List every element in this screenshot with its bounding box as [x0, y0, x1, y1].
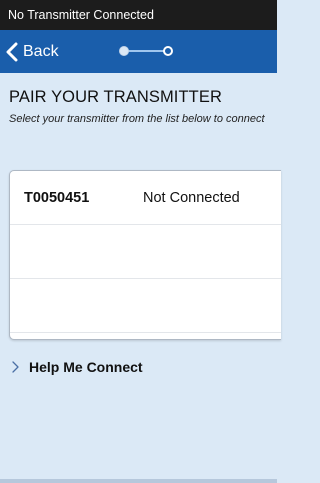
step-1-dot [119, 46, 129, 56]
transmitter-row[interactable]: T0050451 Not Connected [10, 171, 281, 225]
step-2-dot [163, 46, 173, 56]
transmitter-status: Not Connected [143, 190, 240, 206]
step-progress-line [124, 50, 168, 52]
back-label: Back [23, 42, 59, 60]
transmitter-id: T0050451 [24, 190, 90, 206]
back-button[interactable]: Back [5, 30, 59, 73]
transmitter-row-empty [10, 225, 281, 279]
status-bar-text: No Transmitter Connected [8, 8, 154, 22]
transmitter-list: T0050451 Not Connected [9, 170, 281, 340]
help-me-connect-link[interactable]: Help Me Connect [11, 357, 143, 377]
status-bar: No Transmitter Connected [0, 0, 277, 30]
transmitter-row-empty [10, 279, 281, 333]
chevron-left-icon [6, 42, 18, 61]
page-title: PAIR YOUR TRANSMITTER [9, 88, 222, 106]
bottom-edge [0, 479, 277, 483]
help-me-connect-label: Help Me Connect [29, 359, 143, 375]
page-subtitle: Select your transmitter from the list be… [9, 113, 265, 125]
step-progress-indicator [118, 45, 174, 57]
chevron-right-icon [12, 361, 19, 373]
nav-bar: Back [0, 30, 277, 73]
